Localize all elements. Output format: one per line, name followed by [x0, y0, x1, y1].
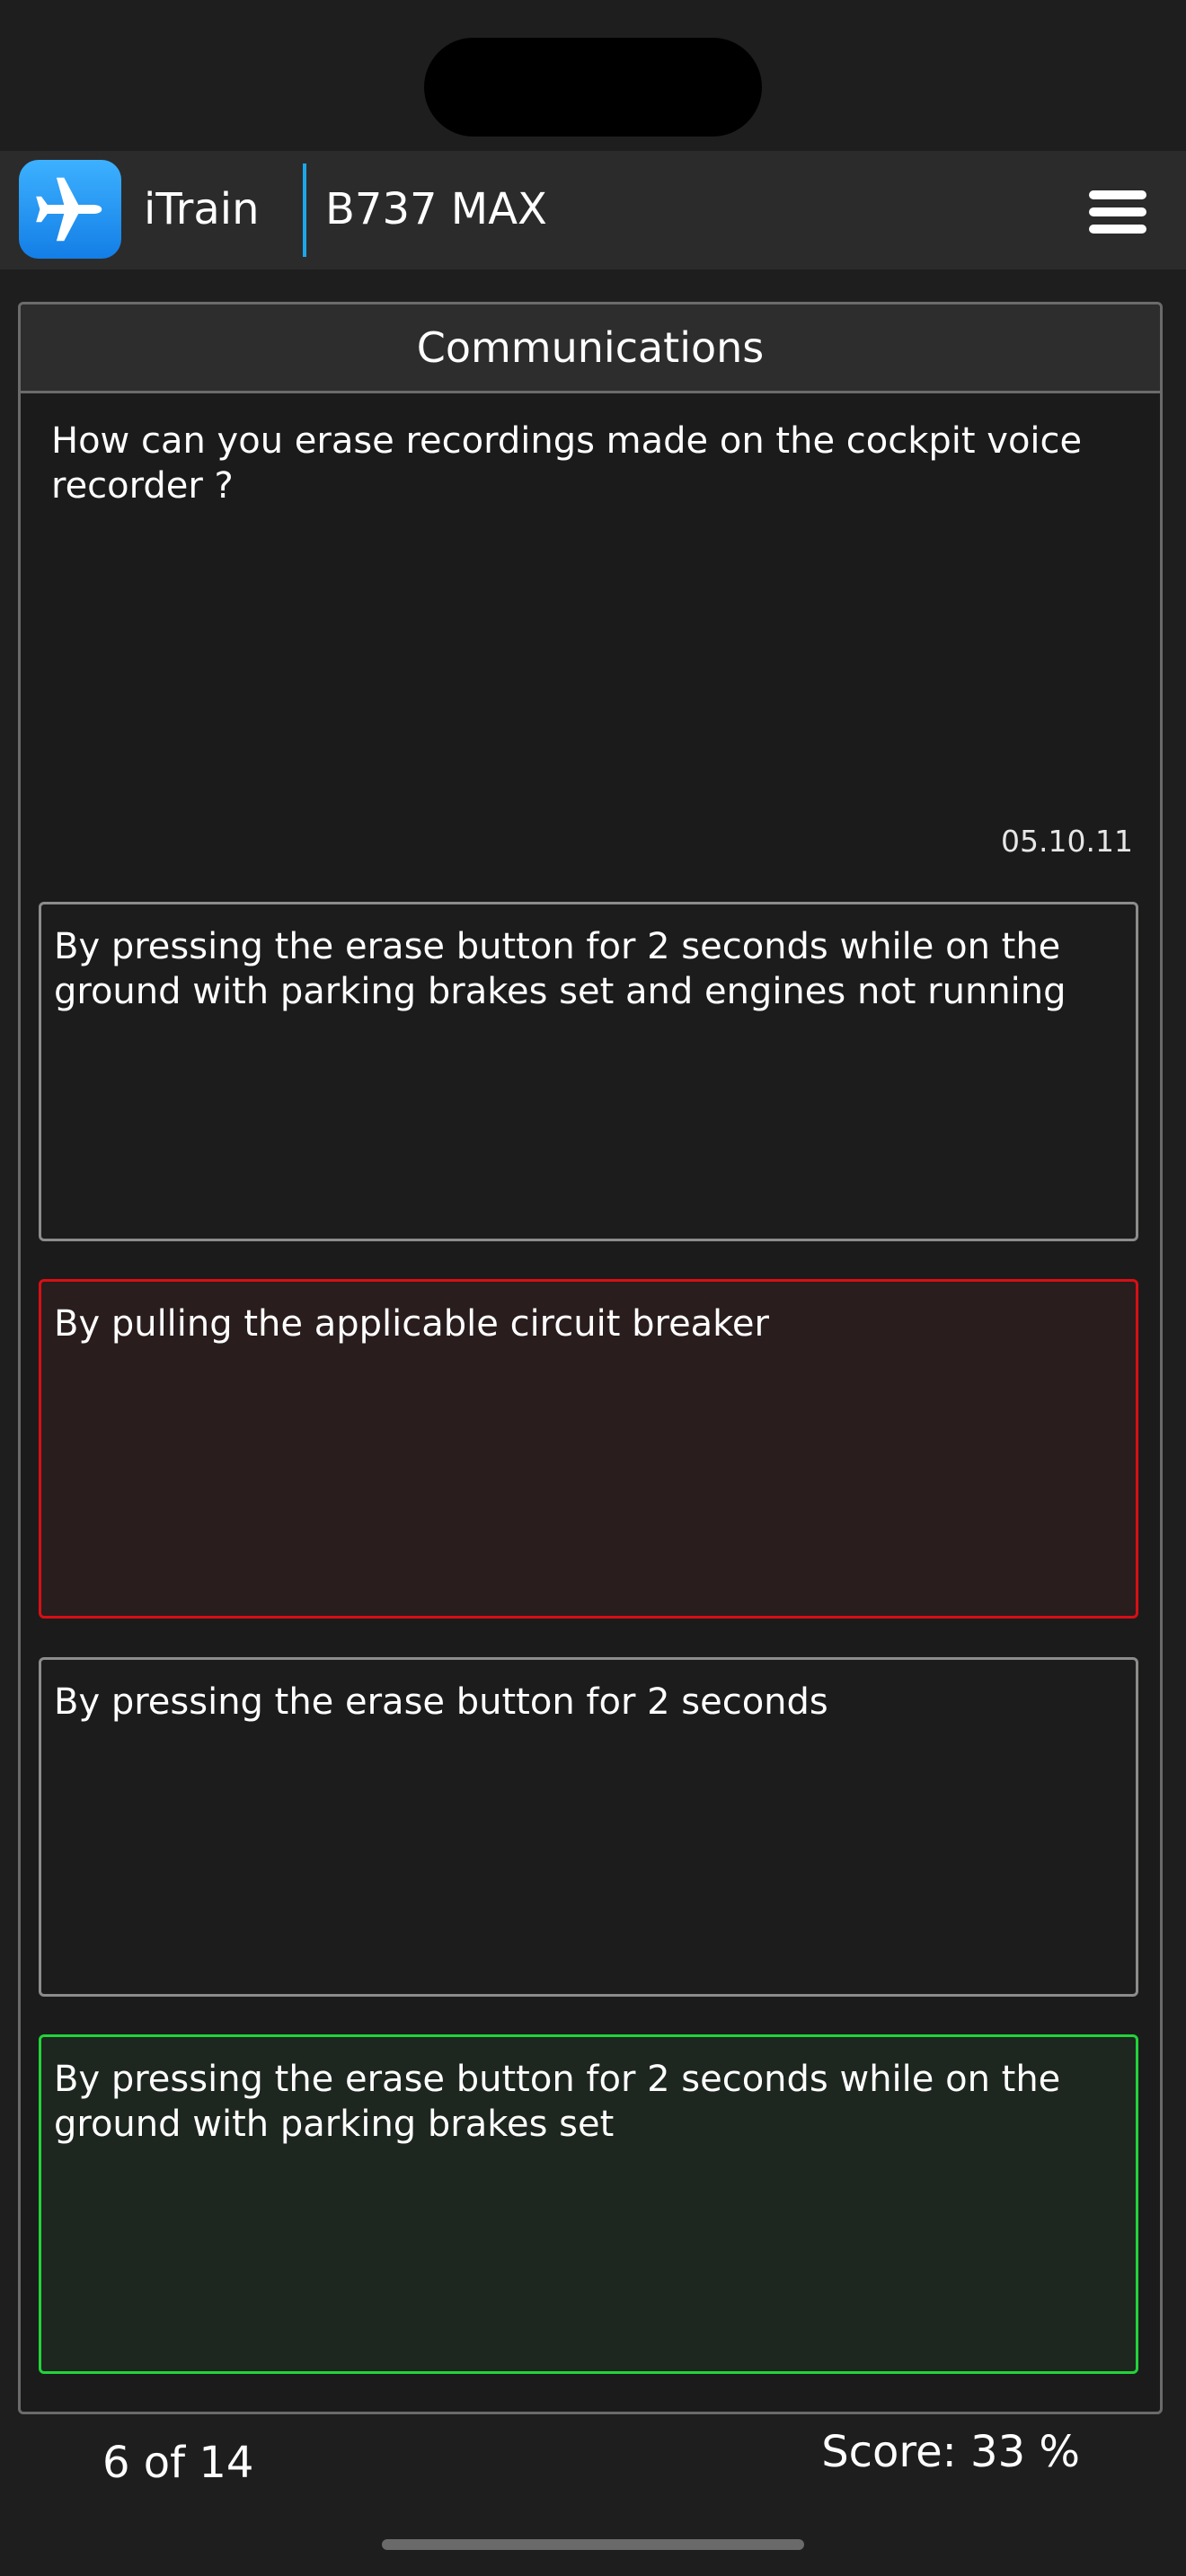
- question-progress: 6 of 14: [102, 2438, 254, 2488]
- dynamic-island: [424, 38, 762, 137]
- question-text: How can you erase recordings made on the…: [51, 420, 1083, 507]
- aircraft-title: B737 MAX: [325, 184, 547, 234]
- app-name: iTrain: [144, 184, 260, 234]
- answer-option-1[interactable]: By pressing the erase button for 2 secon…: [39, 902, 1138, 1241]
- category-title: Communications: [21, 304, 1160, 393]
- answer-option-3[interactable]: By pressing the erase button for 2 secon…: [39, 1657, 1138, 1997]
- question-reference: 05.10.11: [1001, 824, 1133, 859]
- title-divider: [303, 163, 306, 257]
- quiz-card: Communications How can you erase recordi…: [18, 302, 1163, 2414]
- home-indicator[interactable]: [382, 2539, 804, 2550]
- score-label: Score: 33 %: [821, 2427, 1080, 2477]
- answer-option-2-wrong[interactable]: By pulling the applicable circuit breake…: [39, 1279, 1138, 1619]
- hamburger-menu-icon[interactable]: [1082, 185, 1154, 239]
- answer-option-4-correct[interactable]: By pressing the erase button for 2 secon…: [39, 2034, 1138, 2374]
- airplane-icon: [19, 160, 121, 259]
- app-header: iTrain B737 MAX: [0, 151, 1186, 269]
